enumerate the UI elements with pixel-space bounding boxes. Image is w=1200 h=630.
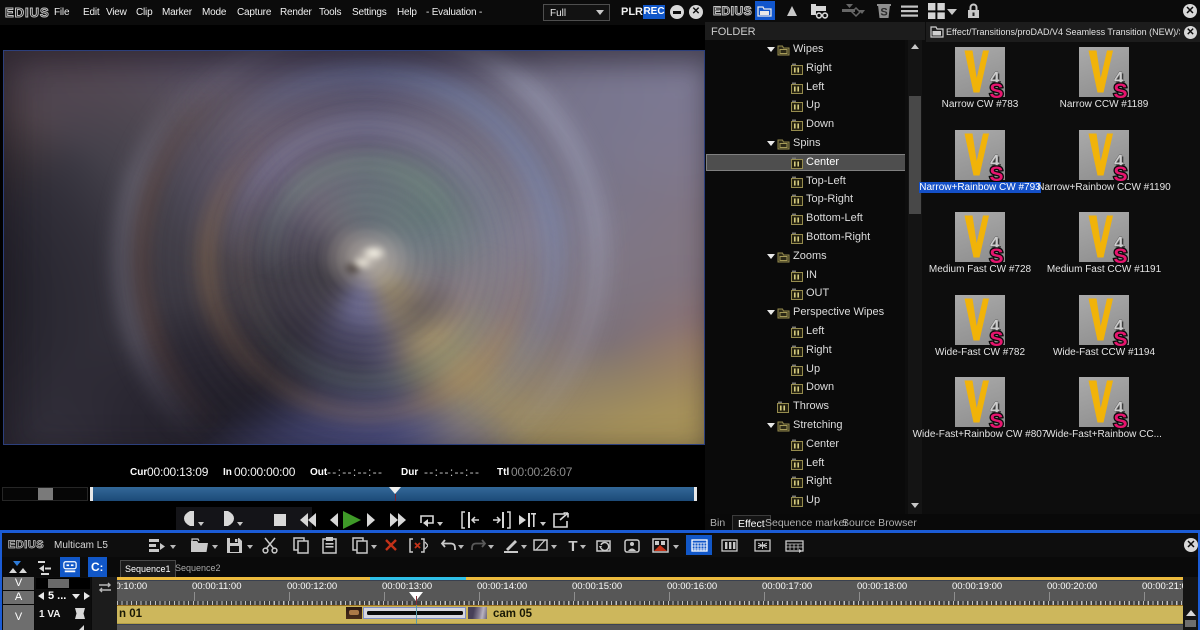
- svg-text:S: S: [880, 7, 887, 19]
- svg-text:S: S: [1114, 163, 1128, 182]
- svg-text:S: S: [1114, 245, 1128, 264]
- svg-text:S: S: [1114, 80, 1128, 99]
- svg-text:S: S: [1114, 410, 1128, 429]
- svg-text:S: S: [990, 328, 1004, 347]
- svg-text:S: S: [990, 80, 1004, 99]
- svg-text:S: S: [990, 245, 1004, 264]
- svg-text:T: T: [568, 538, 577, 554]
- svg-text:S: S: [990, 163, 1004, 182]
- svg-text:S: S: [1114, 328, 1128, 347]
- svg-text:S: S: [990, 410, 1004, 429]
